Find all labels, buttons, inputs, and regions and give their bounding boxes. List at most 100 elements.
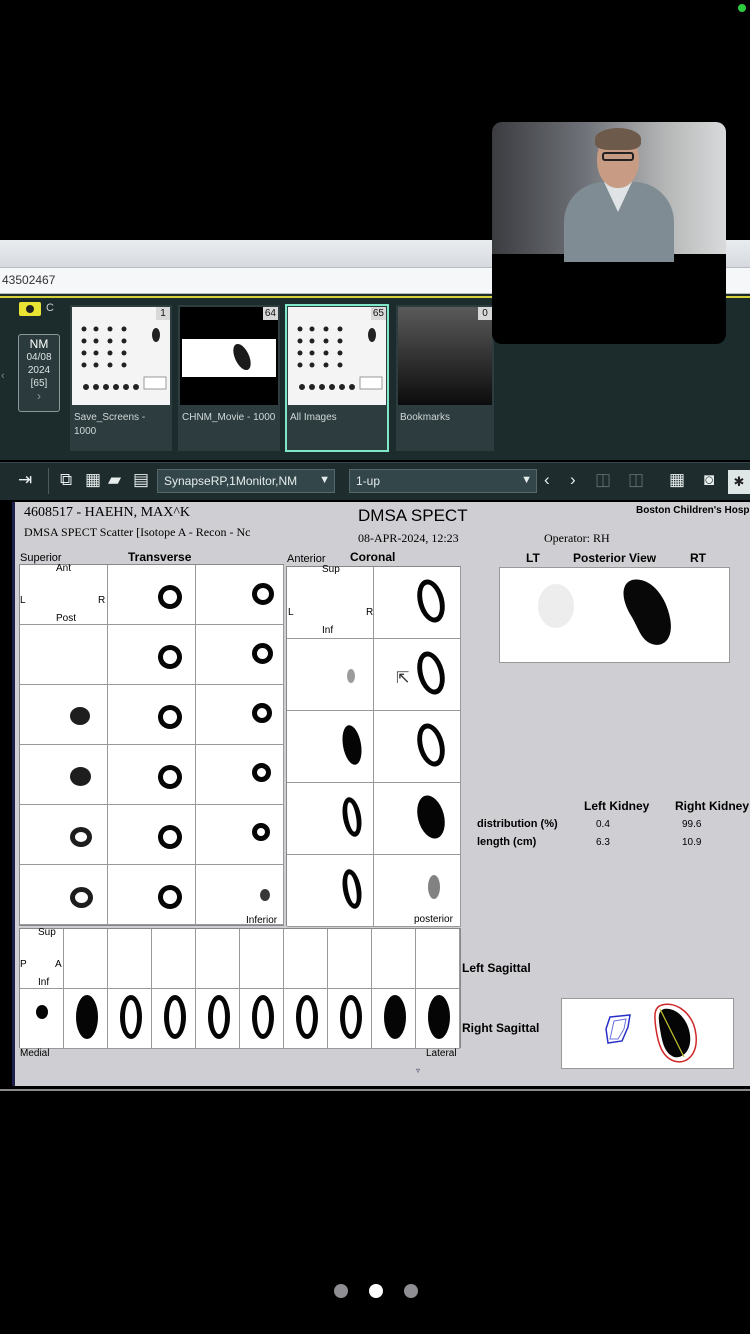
right-sagittal-label: Right Sagittal [462,1021,540,1035]
stats-row-label: length (cm) [477,836,537,848]
small-marker-icon: ▿ [416,1066,421,1075]
url-text: 43502467 [2,273,56,287]
next-study-icon[interactable]: ◫ [628,470,644,490]
kidney-uptake-mark [208,995,230,1039]
mouse-cursor-icon: ⇱ [396,670,410,687]
next-icon[interactable]: › [570,470,576,490]
thumbnail-label: All Images [290,412,337,423]
scan-slice-cell [108,625,196,685]
coronal-slice-grid[interactable] [286,566,461,927]
scan-slice-cell [20,805,108,865]
monitor-layout-select[interactable]: SynapseRP,1Monitor,NM ▼ [157,469,335,493]
orientation-l: L [288,607,294,618]
previous-icon[interactable]: ‹ [544,470,550,490]
kidney-uptake-mark [70,887,93,908]
kidney-uptake-mark [339,723,365,767]
document-icon[interactable]: ▤ [133,470,149,490]
page-indicator-dot-active[interactable] [369,1284,383,1298]
orientation-p: P [20,959,27,970]
coronal-heading: Coronal [350,550,396,564]
kidney-uptake-mark [428,995,450,1039]
posterior-view-image[interactable] [499,567,730,663]
study-modality: NM [29,337,49,351]
external-link-icon[interactable]: ⧉ [60,470,72,490]
kidney-uptake-mark [252,763,271,782]
scan-slice-cell [196,685,284,745]
kidney-uptake-mark [70,707,90,725]
kidney-uptake-mark [70,767,91,786]
operator-label: Operator: RH [544,531,610,545]
transverse-heading: Transverse [128,550,192,564]
scan-slice-cell [20,989,64,1049]
kidney-uptake-mark [347,669,355,683]
thumbnail-image [180,307,278,405]
video-call-tile[interactable] [492,122,726,344]
toolbar-divider [48,468,49,494]
kidney-uptake-mark [340,995,362,1039]
sagittal-lateral-label: Lateral [426,1048,457,1059]
coronal-posterior-label: posterior [414,914,453,925]
thumbnail-bookmarks[interactable]: 0 Bookmarks [396,305,494,451]
scan-slice-cell [196,745,284,805]
scan-slice-cell [416,989,460,1049]
scan-slice-cell [152,989,196,1049]
camera-icon[interactable]: ◙ [704,470,714,490]
collapse-panel-icon[interactable]: ⇥ [18,470,32,490]
kidney-uptake-mark [412,720,450,770]
scan-slice-cell [108,565,196,625]
orientation-sup: Sup [322,564,340,575]
kidney-uptake-mark [412,576,450,626]
chevron-right-icon[interactable]: › [19,390,59,403]
study-date-month-day: 04/08 [26,352,52,363]
scan-slice-cell [287,711,374,783]
scan-slice-cell [374,639,461,711]
thumbnail-image [72,307,170,405]
page-indicator-dot[interactable] [404,1284,418,1298]
grid-icon[interactable]: ▦ [669,470,685,490]
thumbnail-chnm-movie[interactable]: 64 CHNM_Movie - 1000 [178,305,280,451]
folder-icon[interactable]: ▰ [108,470,121,490]
layout-icon[interactable]: ▦ [85,470,101,490]
scan-slice-cell [108,745,196,805]
participant-video [492,122,726,262]
strip-left-arrow-icon[interactable]: ‹ [1,370,5,382]
prior-study-icon[interactable]: ◫ [595,470,611,490]
scan-slice-cell [284,929,328,989]
scan-slice-cell [64,989,108,1049]
scan-slice-cell [196,989,240,1049]
view-layout-value: 1-up [356,474,381,488]
scan-slice-cell [196,625,284,685]
kidney-uptake-mark [76,995,98,1039]
kidney-uptake-mark [428,875,440,899]
stats-left-value: 0.4 [596,819,610,830]
orientation-r: R [98,595,106,606]
page-indicator-dot[interactable] [334,1284,348,1298]
scan-slice-cell [108,685,196,745]
sagittal-slice-grid[interactable] [19,928,461,1049]
kidney-roi-image[interactable] [561,998,734,1069]
sagittal-medial-label: Medial [20,1048,50,1059]
study-card[interactable]: NM 04/08 2024 [65] › [18,334,60,412]
thumbnail-save-screens[interactable]: 1 Save_Screens - 1000 [70,305,172,451]
kidney-uptake-mark [252,583,274,605]
scan-slice-cell [20,745,108,805]
study-color-tag[interactable] [19,302,41,316]
kidney-uptake-mark [252,703,272,723]
scan-slice-cell [374,567,461,639]
thumbnail-all-images[interactable]: 65 All Images [285,304,389,452]
kidney-uptake-mark [252,643,273,664]
scan-slice-cell [372,989,416,1049]
thumbnail-count: 64 [262,307,278,320]
view-layout-select[interactable]: 1-up ▼ [349,469,537,493]
scan-slice-cell [287,639,374,711]
kidney-uptake-mark [70,827,92,847]
settings-icon[interactable]: ✱ [728,470,750,494]
orientation-l: L [20,595,26,606]
scan-slice-cell [416,929,460,989]
left-sagittal-label: Left Sagittal [462,961,531,975]
scan-slice-cell [287,855,374,927]
thumbnail-count: 1 [156,307,170,320]
kidney-uptake-mark [260,889,270,901]
stats-row-label: distribution (%) [477,818,558,830]
kidney-uptake-mark [120,995,142,1039]
